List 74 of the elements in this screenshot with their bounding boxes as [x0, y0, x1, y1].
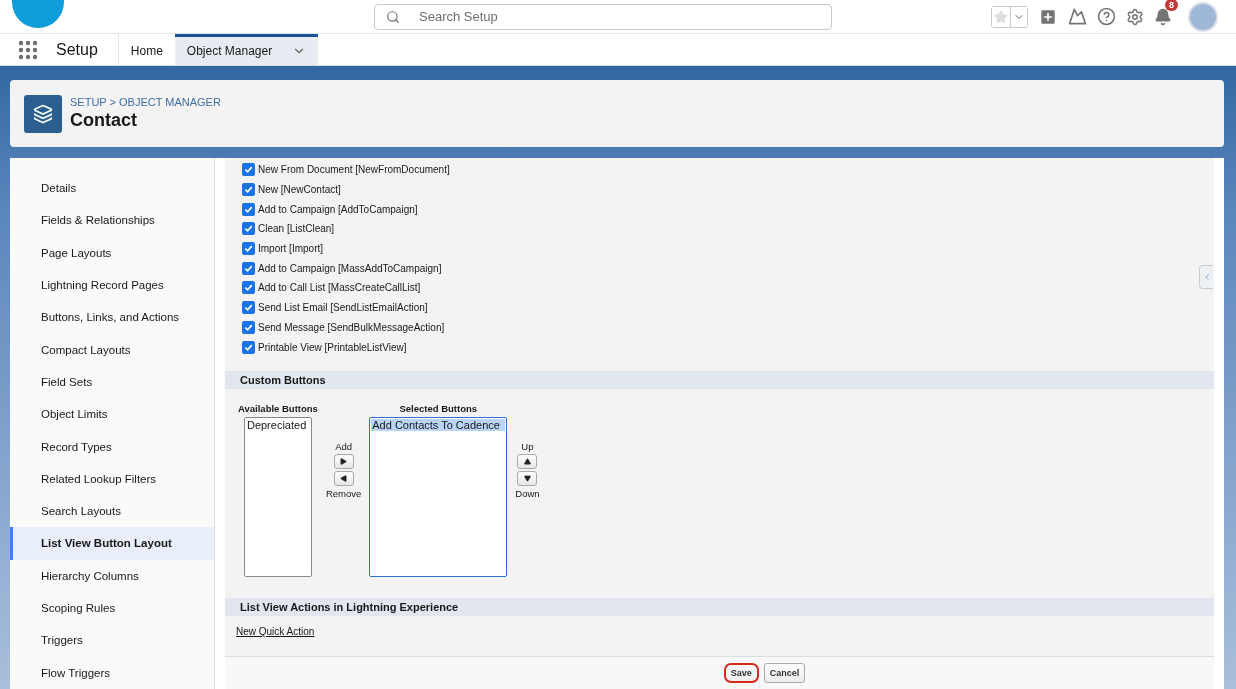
form-button[interactable]: Cancel	[763, 662, 806, 683]
list-heading: Selected Buttons	[399, 402, 478, 414]
checkbox[interactable]	[242, 301, 255, 315]
sidebar-item[interactable]: List View Button Layout	[10, 527, 214, 560]
sidebar-item[interactable]: Hierarchy Columns	[10, 559, 214, 592]
checkbox-label: Add to Call List [MassCreateCallList]	[258, 282, 421, 294]
checkbox[interactable]	[242, 320, 255, 334]
checkbox[interactable]	[242, 281, 255, 295]
checkbox[interactable]	[242, 183, 255, 197]
checkbox[interactable]	[242, 163, 255, 177]
checkbox[interactable]	[242, 340, 255, 354]
layers-icon	[24, 94, 62, 133]
checkbox-label: Add to Campaign [AddToCampaign]	[258, 203, 418, 215]
sidebar-item[interactable]: Details	[10, 172, 214, 205]
search-icon	[386, 9, 400, 24]
section-header: List View Actions in Lightning Experience	[225, 597, 1214, 616]
sidebar-item[interactable]: Lightning Record Pages	[10, 268, 214, 302]
help-icon[interactable]	[1097, 7, 1116, 26]
checkbox-label: Clean [ListClean]	[258, 223, 335, 235]
down-button[interactable]	[517, 470, 538, 486]
checkbox[interactable]	[242, 261, 255, 275]
sidebar-item[interactable]: Object Limits	[10, 398, 214, 431]
sidebar-item[interactable]: Search Layouts	[10, 494, 214, 528]
new-quick-action-link[interactable]: New Quick Action	[236, 625, 315, 637]
settings-icon[interactable]	[1126, 7, 1144, 26]
sidebar-item[interactable]: Triggers	[10, 624, 214, 657]
sidebar-item[interactable]: Buttons, Links, and Actions	[10, 301, 214, 334]
up-button[interactable]	[517, 453, 538, 469]
remove-label: Remove	[325, 487, 362, 499]
list-option[interactable]: Depreciated	[245, 418, 310, 431]
checkbox[interactable]	[242, 222, 255, 236]
list-heading: Available Buttons	[238, 402, 318, 414]
sidebar-item[interactable]: Page Layouts	[10, 236, 214, 269]
app-name: Setup	[38, 34, 119, 65]
notification-badge: 8	[1165, 0, 1178, 11]
sidebar-item[interactable]: Record Types	[10, 430, 214, 463]
search-field[interactable]: Search Setup	[374, 3, 832, 30]
sidebar-item[interactable]: Flow Triggers	[10, 656, 214, 689]
checkbox-label: Send List Email [SendListEmailAction]	[258, 302, 428, 314]
checkbox[interactable]	[242, 242, 255, 256]
remove-button[interactable]	[333, 470, 354, 486]
sidebar-item[interactable]: Compact Layouts	[10, 333, 214, 366]
checkbox-label: Import [Import]	[258, 243, 323, 255]
down-label: Down	[515, 487, 540, 499]
checkbox-label: New From Document [NewFromDocument]	[258, 164, 450, 176]
list-box[interactable]: Add Contacts To Cadence	[369, 416, 508, 577]
mountain-icon[interactable]	[1068, 7, 1087, 26]
checkbox-label: Printable View [PrintableListView]	[258, 341, 407, 353]
breadcrumb[interactable]: SETUP > OBJECT MANAGER	[70, 96, 221, 108]
page-title: Contact	[70, 110, 138, 131]
nav-tab[interactable]: Object Manager	[174, 34, 319, 65]
form-button[interactable]: Save	[723, 662, 759, 683]
sidebar-item[interactable]: Field Sets	[10, 365, 214, 399]
notification-icon[interactable]	[1154, 7, 1172, 26]
list-box[interactable]: Depreciated	[243, 416, 312, 577]
down-triangle-icon	[523, 474, 531, 482]
add-label: Add	[335, 440, 353, 452]
checkbox-label: New [NewContact]	[258, 184, 341, 196]
up-triangle-icon	[523, 457, 531, 465]
section-header: Custom Buttons	[225, 370, 1214, 389]
checkbox[interactable]	[242, 202, 255, 216]
star-icon	[994, 9, 1008, 24]
sidebar-item[interactable]: Fields & Relationships	[10, 204, 214, 237]
app-launcher-icon[interactable]	[18, 39, 38, 60]
add-button[interactable]	[333, 453, 354, 469]
checkbox-label: Add to Campaign [MassAddToCampaign]	[258, 262, 442, 274]
list-option[interactable]: Add Contacts To Cadence	[371, 418, 506, 431]
up-label: Up	[521, 440, 534, 452]
right-triangle-icon	[340, 457, 348, 465]
cloud-logo[interactable]	[12, 0, 64, 28]
sidebar-item[interactable]: Related Lookup Filters	[10, 462, 214, 495]
checkbox-label: Send Message [SendBulkMessageAction]	[258, 321, 445, 333]
left-triangle-icon	[340, 474, 348, 482]
sidebar-item[interactable]: Scoping Rules	[10, 591, 214, 625]
